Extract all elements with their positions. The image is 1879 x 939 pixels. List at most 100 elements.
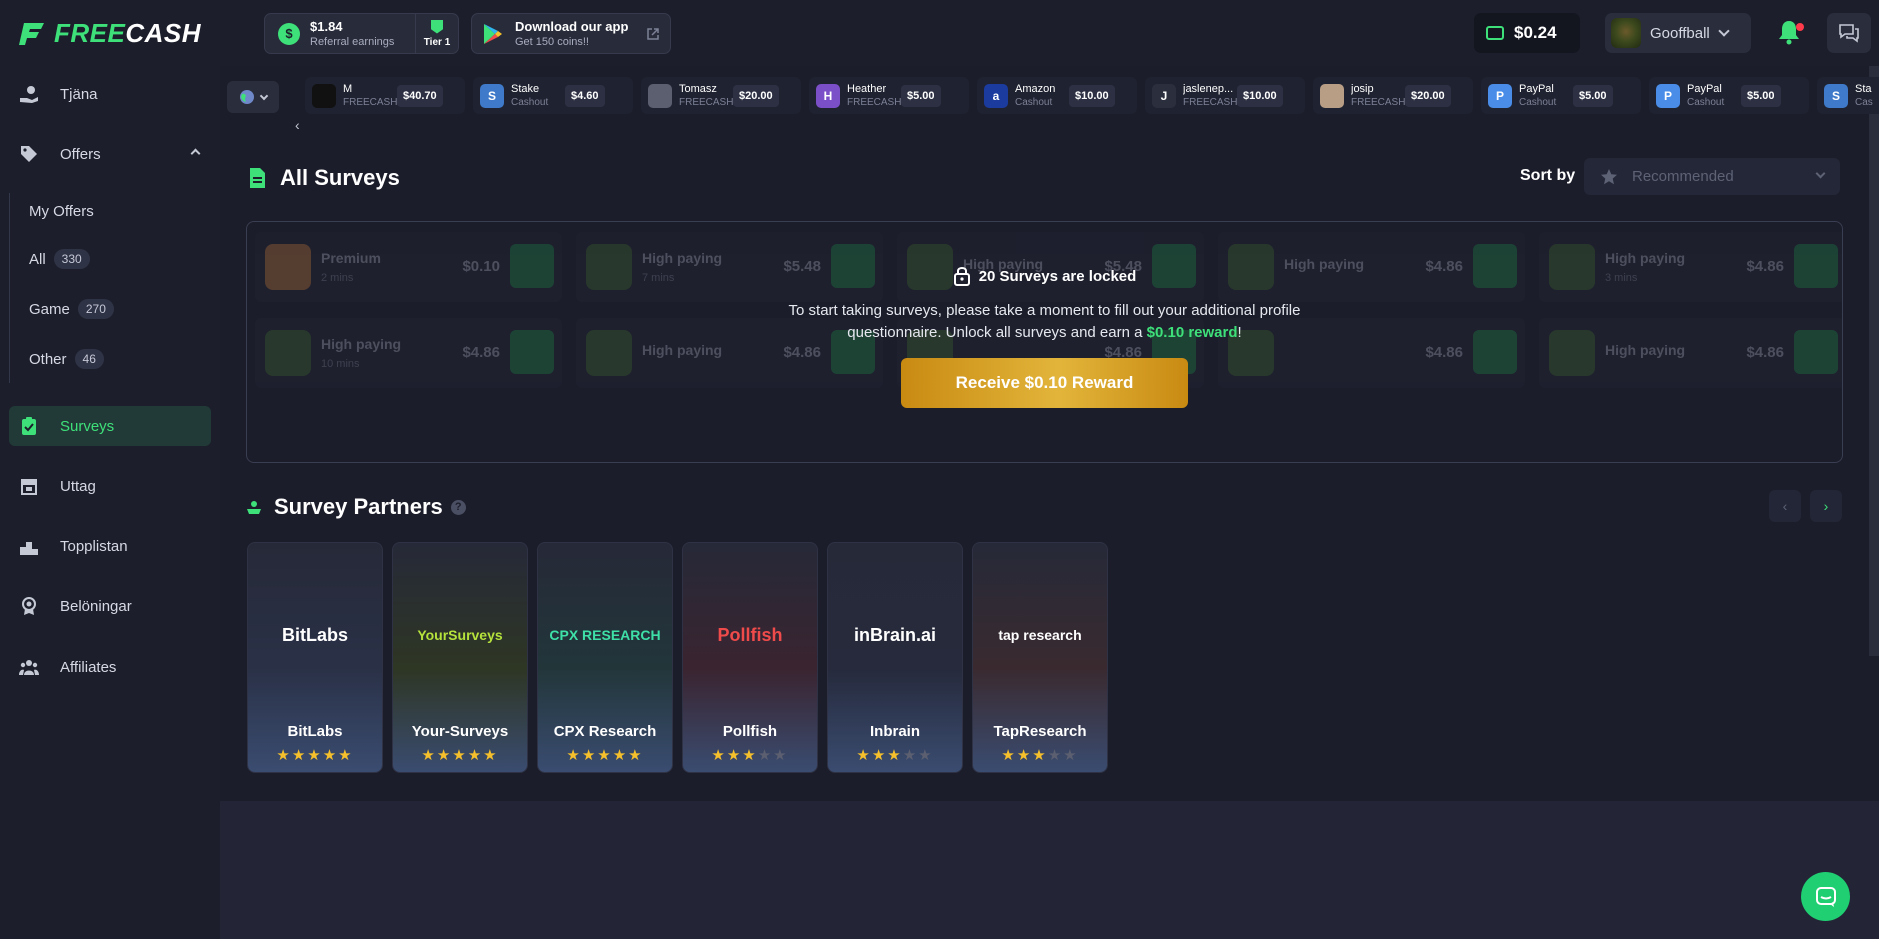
ticker-amount: $10.00 [1237, 84, 1283, 107]
partners-next-button[interactable]: › [1810, 490, 1842, 522]
help-icon[interactable]: ? [450, 499, 466, 515]
ticker-avatar: J [1152, 83, 1176, 108]
ticker-item[interactable]: josip FREECASH $20.00 [1313, 77, 1473, 114]
partner-logo: YourSurveys [417, 627, 503, 643]
star-icon [1601, 168, 1617, 184]
external-link-icon [647, 28, 659, 40]
ticker-name: Heather [847, 83, 887, 95]
scrollbar[interactable] [1869, 66, 1879, 656]
star-icon: ★ [856, 747, 872, 764]
sidebar-item-my-offers[interactable]: My Offers [29, 203, 94, 220]
region-selector[interactable] [227, 81, 279, 113]
cash-icon [1486, 26, 1504, 40]
ticker-amount: $10.00 [1069, 84, 1115, 107]
star-icon: ★ [436, 747, 453, 764]
partner-card[interactable]: YourSurveys Your-Surveys ★★★★★ [392, 542, 528, 773]
ticker-amount: $4.60 [565, 84, 605, 107]
chat-bubble-icon [1815, 886, 1836, 907]
star-icon: ★ [726, 747, 743, 764]
ticker-avatar: S [480, 83, 504, 108]
users-icon [19, 660, 39, 675]
sidebar-item-tjana[interactable]: Tjäna [9, 74, 211, 114]
ticker-item[interactable]: S Sta Cas [1817, 77, 1879, 114]
sidebar-item-beloningar[interactable]: Belöningar [9, 586, 211, 626]
medal-icon [22, 597, 36, 615]
chat-button[interactable] [1827, 13, 1871, 53]
star-icon: ★ [467, 747, 484, 764]
page-title: All Surveys [280, 165, 400, 190]
ticker-source: FREECASH [1183, 97, 1238, 108]
partner-name: Inbrain [869, 723, 920, 740]
ticker-item[interactable]: a Amazon Cashout $10.00 [977, 77, 1137, 114]
partner-card[interactable]: BitLabs BitLabs ★★★★★ [247, 542, 383, 773]
ticker-prev-arrow[interactable]: ‹ [295, 117, 300, 133]
receive-reward-button[interactable]: Receive $0.10 Reward [901, 358, 1188, 408]
star-icon: ★ [581, 747, 598, 764]
sidebar-item-affiliates[interactable]: Affiliates [9, 647, 211, 687]
ticker-name: PayPal [1519, 83, 1554, 95]
ticker-name: Amazon [1015, 83, 1056, 95]
support-chat-button[interactable] [1801, 872, 1850, 921]
clipboard-check-icon [22, 417, 36, 435]
ticker-avatar: S [1824, 83, 1848, 108]
partner-name: TapResearch [993, 723, 1087, 740]
hand-coin-icon [20, 86, 38, 103]
username: Gooffball [1650, 24, 1710, 42]
sidebar-item-all[interactable]: All 330 [29, 249, 90, 269]
sidebar-item-uttag[interactable]: Uttag [9, 466, 211, 506]
live-cashout-ticker: M FREECASH $40.70 S Stake Cashout $4.60 Tomasz F… [227, 77, 1879, 115]
podium-icon [20, 542, 38, 555]
star-icon: ★ [871, 747, 888, 764]
star-icon: ★ [291, 747, 308, 764]
partner-card[interactable]: inBrain.ai Inbrain ★★★★★ [827, 542, 963, 773]
logo[interactable]: FREECASH [18, 18, 201, 49]
sidebar-item-other[interactable]: Other 46 [29, 349, 104, 369]
balance-display[interactable]: $0.24 [1474, 13, 1580, 53]
ticker-amount: $5.00 [901, 84, 941, 107]
star-icon: ★ [338, 747, 354, 764]
star-icon: ★ [742, 747, 758, 764]
ticker-amount: $20.00 [1405, 84, 1451, 107]
ticker-item[interactable]: P PayPal Cashout $5.00 [1649, 77, 1809, 114]
star-icon: ★ [757, 747, 774, 764]
sidebar-item-game[interactable]: Game 270 [29, 299, 114, 319]
ticker-item[interactable]: H Heather FREECASH $5.00 [809, 77, 969, 114]
sidebar-item-surveys[interactable]: Surveys [9, 406, 211, 446]
ticker-name: M [343, 83, 353, 95]
chevron-down-icon [259, 91, 269, 100]
star-icon: ★ [887, 747, 903, 764]
download-app-button[interactable]: Download our app Get 150 coins!! [471, 13, 671, 54]
partner-rating: ★★★★★ [973, 746, 1107, 764]
coin-stack-icon [247, 501, 261, 514]
ticker-name: Stake [511, 83, 540, 95]
partner-card[interactable]: tap research TapResearch ★★★★★ [972, 542, 1108, 773]
star-icon: ★ [322, 747, 339, 764]
ticker-item[interactable]: P PayPal Cashout $5.00 [1481, 77, 1641, 114]
tier-badge[interactable]: Tier 1 [415, 14, 458, 53]
all-surveys-header: All Surveys [248, 165, 400, 191]
sort-select[interactable]: Recommended [1584, 158, 1840, 195]
ticker-item[interactable]: M FREECASH $40.70 [305, 77, 465, 114]
partner-card[interactable]: CPX RESEARCH CPX Research ★★★★★ [537, 542, 673, 773]
count-badge: 330 [53, 249, 90, 269]
partner-logo: Pollfish [717, 624, 783, 645]
sort-by-label: Sort by [1520, 167, 1576, 184]
star-icon: ★ [773, 747, 789, 764]
ticker-item[interactable]: Tomasz FREECASH $20.00 [641, 77, 801, 114]
referral-label: Referral earnings [310, 36, 395, 48]
star-icon: ★ [918, 747, 934, 764]
partner-card[interactable]: Pollfish Pollfish ★★★★★ [682, 542, 818, 773]
referral-earnings[interactable]: $ $1.84 Referral earnings Tier 1 [264, 13, 459, 54]
user-menu[interactable]: Gooffball [1605, 13, 1751, 53]
star-icon: ★ [483, 747, 499, 764]
partners-prev-button[interactable]: ‹ [1769, 490, 1801, 522]
sidebar-item-offers[interactable]: Offers [9, 134, 211, 174]
star-icon: ★ [1001, 747, 1017, 764]
ticker-item[interactable]: Jjaslenep... FREECASH $10.00 [1145, 77, 1305, 114]
ticker-item[interactable]: S Stake Cashout $4.60 [473, 77, 633, 114]
ticker-name: PayPal [1687, 83, 1722, 95]
sidebar-item-topplistan[interactable]: Topplistan [9, 526, 211, 566]
offers-submenu: My Offers All 330 Game 270 Other 46 [9, 193, 211, 383]
ticker-name: josip [1351, 83, 1374, 95]
partner-logo: BitLabs [281, 624, 348, 645]
